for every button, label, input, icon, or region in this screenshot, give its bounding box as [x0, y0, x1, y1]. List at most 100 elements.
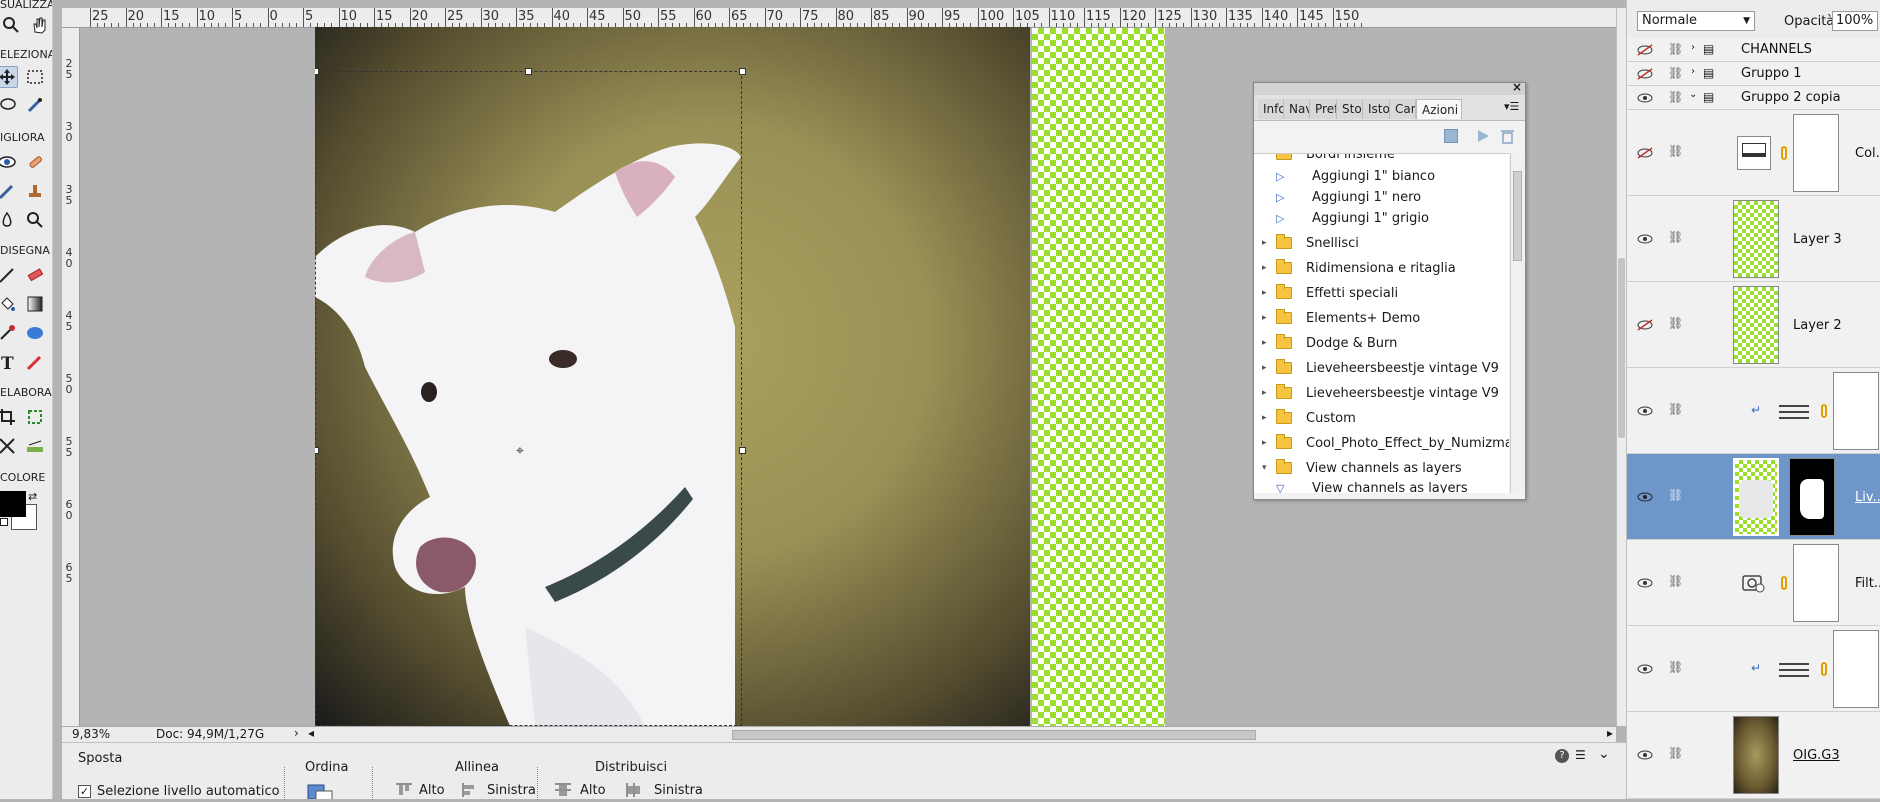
layer-thumb[interactable]	[1733, 716, 1779, 794]
expand-arrow-icon[interactable]: ▸	[1262, 306, 1267, 331]
collapse-options-icon[interactable]: ⌄	[1598, 746, 1610, 762]
close-panel-icon[interactable]: ×	[1512, 80, 1522, 94]
opacity-input[interactable]: 100%	[1832, 11, 1878, 31]
help-icon[interactable]: ?	[1555, 749, 1569, 763]
transform-bounding-box[interactable]	[315, 71, 742, 726]
crop-tool-icon[interactable]	[0, 406, 18, 428]
tab-azioni[interactable]: Azioni	[1416, 99, 1462, 119]
vertical-scroll-thumb[interactable]	[1618, 258, 1625, 438]
status-menu-arrow-icon[interactable]: ›	[294, 726, 299, 740]
move-tool-icon[interactable]	[0, 66, 18, 88]
eye-icon[interactable]	[1636, 749, 1654, 761]
align-top-icon[interactable]	[396, 783, 412, 797]
list-item[interactable]: ▸ Cool_Photo_Effect_by_Numizmat	[1254, 431, 1509, 456]
layer-row[interactable]: ⛓ Filt...	[1627, 540, 1880, 626]
mask-link-icon[interactable]	[1781, 576, 1787, 590]
mask-link-icon[interactable]	[1821, 404, 1827, 418]
tab-can[interactable]: Can	[1390, 99, 1416, 119]
layer-row[interactable]: ⛓ Layer 3	[1627, 196, 1880, 282]
layer-row[interactable]: ⛓ ↵	[1627, 368, 1880, 454]
pencil-tool-icon[interactable]	[24, 351, 46, 373]
spot-healing-tool-icon[interactable]	[24, 151, 46, 173]
layer-thumb[interactable]	[1733, 200, 1779, 278]
layer-row[interactable]: ⛓ OIG.G3	[1627, 712, 1880, 799]
options-menu-icon[interactable]: ☰	[1575, 748, 1586, 762]
lasso-tool-icon[interactable]	[0, 94, 18, 116]
hand-tool-icon[interactable]	[28, 14, 50, 36]
link-icon[interactable]: ⛓	[1668, 144, 1683, 160]
list-item[interactable]: ▸ Custom	[1254, 406, 1509, 431]
panel-titlebar[interactable]: ×	[1254, 80, 1525, 95]
link-icon[interactable]: ⛓	[1668, 574, 1683, 590]
expand-arrow-icon[interactable]: ▸	[1262, 281, 1267, 306]
transform-handle-tr[interactable]	[739, 68, 746, 75]
layer-thumb[interactable]	[1733, 458, 1779, 536]
auto-select-checkbox[interactable]: ✓	[78, 785, 91, 798]
blur-tool-icon[interactable]	[0, 209, 18, 231]
horizontal-scroll-thumb[interactable]	[732, 730, 1256, 740]
transform-handle-ml[interactable]	[315, 447, 319, 454]
zoom-tool-icon[interactable]	[0, 14, 22, 36]
document-image[interactable]: ⌖	[315, 27, 1030, 726]
list-item[interactable]: ▸ Ridimensiona e ritaglia	[1254, 256, 1509, 281]
paint-bucket-tool-icon[interactable]	[0, 293, 18, 315]
actions-list[interactable]: Bordi insieme ▷ Aggiungi 1" bianco ▷ Agg…	[1254, 153, 1509, 493]
hidden-eye-icon[interactable]	[1636, 319, 1654, 331]
default-colors-icon[interactable]	[0, 518, 8, 526]
clone-stamp-tool-icon[interactable]	[24, 180, 46, 202]
eye-icon[interactable]	[1636, 92, 1654, 104]
layer-group-row[interactable]: ⛓ › ▤ CHANNELS	[1627, 38, 1880, 62]
eye-icon[interactable]	[1636, 405, 1654, 417]
sponge-zoom-tool-icon[interactable]	[24, 209, 46, 231]
tab-isto[interactable]: Isto	[1363, 99, 1390, 119]
transform-handle-tl[interactable]	[315, 68, 319, 75]
gradient-tool-icon[interactable]	[24, 293, 46, 315]
link-icon[interactable]: ⛓	[1668, 660, 1683, 676]
layer-row-selected[interactable]: ⛓ Liv...	[1627, 454, 1880, 540]
expand-arrow-icon[interactable]: ▸	[1262, 356, 1267, 381]
layer-mask-thumb[interactable]	[1833, 372, 1879, 450]
layer-mask-thumb[interactable]	[1789, 458, 1835, 536]
layer-row[interactable]: ⛓ Layer 2	[1627, 282, 1880, 368]
expand-arrow-icon[interactable]: ›	[1691, 42, 1695, 53]
collapse-arrow-icon[interactable]: ⌄	[1689, 89, 1697, 100]
mask-link-icon[interactable]	[1781, 146, 1787, 160]
mask-link-icon[interactable]	[1821, 662, 1827, 676]
align-top-label[interactable]: Alto	[419, 783, 445, 798]
recompose-tool-icon[interactable]	[24, 406, 46, 428]
delete-action-icon[interactable]	[1500, 128, 1514, 147]
tab-nav[interactable]: Nav	[1284, 99, 1310, 119]
eraser-tool-icon[interactable]	[24, 264, 46, 286]
distribute-left-label[interactable]: Sinistra	[654, 783, 703, 798]
eye-icon[interactable]	[1636, 233, 1654, 245]
transform-handle-tm[interactable]	[525, 68, 532, 75]
brush-smart-tool-icon[interactable]	[0, 180, 18, 202]
link-icon[interactable]: ⛓	[1668, 746, 1683, 762]
text-tool-icon[interactable]: T	[0, 351, 18, 373]
expand-arrow-icon[interactable]: ▸	[1262, 231, 1267, 256]
hidden-eye-icon[interactable]	[1636, 147, 1654, 159]
expand-arrow-icon[interactable]: ▸	[1262, 381, 1267, 406]
panel-menu-icon[interactable]: ▾☰	[1504, 100, 1519, 113]
scroll-right-icon[interactable]: ▸	[1607, 726, 1613, 740]
blend-mode-select[interactable]: Normale ▼	[1637, 11, 1755, 31]
layer-mask-thumb[interactable]	[1793, 544, 1839, 622]
link-icon[interactable]: ⛓	[1668, 66, 1683, 82]
eye-icon[interactable]	[1636, 663, 1654, 675]
layer-row[interactable]: ⛓ ↵	[1627, 626, 1880, 712]
transform-handle-mr[interactable]	[739, 447, 746, 454]
list-item[interactable]: ▸ Dodge & Burn	[1254, 331, 1509, 356]
list-item[interactable]: ▸ Effetti speciali	[1254, 281, 1509, 306]
list-item[interactable]: ▷ Aggiungi 1" grigio	[1254, 206, 1509, 231]
list-item[interactable]: ▸ Elements+ Demo	[1254, 306, 1509, 331]
play-action-icon[interactable]	[1476, 128, 1490, 147]
scroll-left-icon[interactable]: ◂	[308, 726, 314, 740]
marquee-tool-icon[interactable]	[24, 66, 46, 88]
align-left-icon[interactable]	[462, 783, 478, 797]
link-icon[interactable]: ⛓	[1668, 90, 1683, 106]
align-left-label[interactable]: Sinistra	[487, 783, 536, 798]
expand-arrow-icon[interactable]: ▸	[1262, 256, 1267, 281]
link-icon[interactable]: ⛓	[1668, 402, 1683, 418]
distribute-left-icon[interactable]	[626, 783, 642, 797]
actions-scroll-thumb[interactable]	[1513, 171, 1522, 261]
